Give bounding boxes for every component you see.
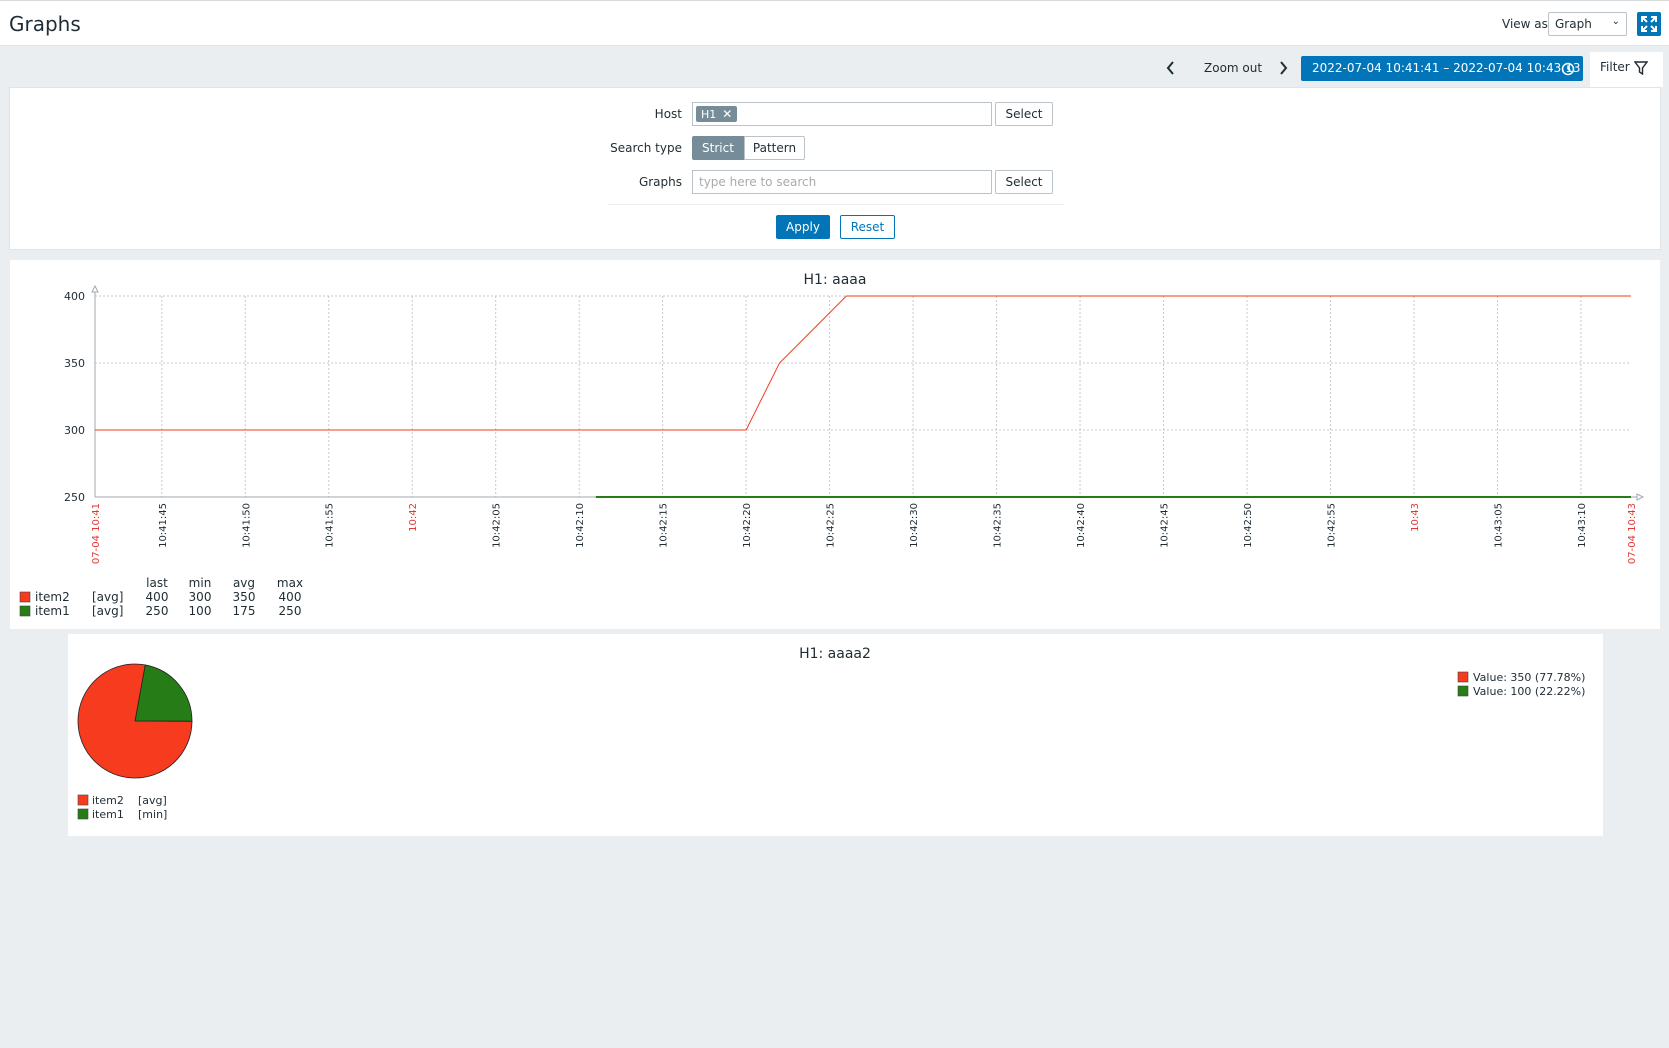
legend-name: item2 <box>92 794 124 807</box>
legend-value: 250 <box>146 604 169 618</box>
legend-func: [avg] <box>138 794 167 807</box>
legend-value: 100 <box>189 604 212 618</box>
filter-tab[interactable]: Filter <box>1590 52 1663 87</box>
x-tick-label: 10:42:30 <box>909 503 920 548</box>
x-tick-label: 10:41:55 <box>325 503 336 548</box>
line-chart: H1: aaaa 250 300 350 400 07-04 10:41 10:41:45 1… <box>19 272 1645 618</box>
y-axis-arrow <box>91 284 99 293</box>
x-tick-label: 10:43 <box>1410 503 1421 532</box>
view-as-value: Graph <box>1555 17 1592 31</box>
graphs-select-button[interactable]: Select <box>995 170 1053 194</box>
legend-value: 400 <box>279 590 302 604</box>
legend-func: [avg] <box>92 590 123 604</box>
host-label: Host <box>654 107 682 121</box>
x-tick-label: 10:42:35 <box>993 503 1004 548</box>
apply-button[interactable]: Apply <box>776 215 830 239</box>
host-input[interactable]: H1 ✕ <box>692 102 992 126</box>
legend-header: max <box>277 576 303 590</box>
legend-header: avg <box>233 576 255 590</box>
legend-name: item1 <box>92 808 124 821</box>
x-tick-label: 10:42:50 <box>1243 503 1254 548</box>
y-tick-label: 300 <box>64 424 85 437</box>
legend-swatch <box>77 808 89 820</box>
page-title: Graphs <box>9 12 81 36</box>
view-as-select[interactable]: Graph ⌄ <box>1548 12 1627 36</box>
x-tick-label: 10:42 <box>408 503 419 532</box>
chevron-down-icon: ⌄ <box>1611 16 1620 27</box>
filter-icon <box>1634 61 1648 75</box>
host-select-button[interactable]: Select <box>995 102 1053 126</box>
legend-swatch <box>77 794 89 806</box>
x-tick-label: 10:42:15 <box>659 503 670 548</box>
x-tick-label: 10:42:20 <box>742 503 753 548</box>
x-tick-label: 10:42:25 <box>826 503 837 548</box>
reset-button[interactable]: Reset <box>840 215 895 239</box>
time-range-button[interactable]: 2022-07-04 10:41:41 – 2022-07-04 10:43:1… <box>1301 56 1583 81</box>
view-as-label: View as <box>1502 17 1548 31</box>
x-tick-label: 10:42:05 <box>492 503 503 548</box>
legend-value: 350 <box>233 590 256 604</box>
filter-divider <box>608 204 1064 205</box>
pie-value-label: Value: 350 (77.78%) <box>1473 671 1585 684</box>
x-tick-label: 07-04 10:43 <box>1627 503 1638 564</box>
search-type-strict[interactable]: Strict <box>692 136 744 160</box>
x-axis-arrow <box>1636 493 1645 501</box>
fullscreen-button[interactable] <box>1637 12 1661 36</box>
legend-func: [min] <box>138 808 167 821</box>
y-tick-label: 350 <box>64 357 85 370</box>
chevron-left-icon <box>1166 61 1174 75</box>
remove-tag-icon[interactable]: ✕ <box>722 107 732 121</box>
x-tick-label: 10:43:10 <box>1577 503 1588 548</box>
graphs-search-input[interactable]: type here to search <box>692 170 992 194</box>
legend-header: last <box>146 576 168 590</box>
pie-value-swatch <box>1457 685 1469 697</box>
clock-icon <box>1561 62 1575 76</box>
legend-value: 400 <box>146 590 169 604</box>
chevron-right-icon <box>1280 61 1288 75</box>
y-tick-label: 250 <box>64 491 85 504</box>
x-tick-label: 10:41:50 <box>241 503 252 548</box>
legend-value: 175 <box>233 604 256 618</box>
chart-title: H1: aaaa <box>804 272 867 288</box>
y-tick-label: 400 <box>64 290 85 303</box>
pie-value-label: Value: 100 (22.22%) <box>1473 685 1585 698</box>
page-header: Graphs View as Graph ⌄ <box>0 0 1669 46</box>
x-tick-label: 10:42:10 <box>575 503 586 548</box>
pie-chart: H1: aaaa2 item2 [avg] Value: 350 (77.78%) it… <box>77 646 1585 821</box>
x-tick-label: 10:42:40 <box>1076 503 1087 548</box>
legend-value: 250 <box>279 604 302 618</box>
legend-swatch <box>19 605 31 617</box>
fullscreen-icon <box>1641 16 1657 32</box>
legend-name: item2 <box>35 590 70 604</box>
time-range-label: 2022-07-04 10:41:41 – 2022-07-04 10:43:1… <box>1312 61 1581 75</box>
legend-func: [avg] <box>92 604 123 618</box>
pie-value-swatch <box>1457 671 1469 683</box>
search-type-pattern[interactable]: Pattern <box>744 136 805 160</box>
x-tick-label: 10:42:55 <box>1326 503 1337 548</box>
host-tag-label: H1 <box>701 108 717 121</box>
host-tag: H1 ✕ <box>696 106 738 122</box>
x-tick-label: 10:42:45 <box>1160 503 1171 548</box>
x-tick-label: 10:43:05 <box>1493 503 1504 548</box>
legend-swatch <box>19 591 31 603</box>
time-next-button[interactable] <box>1277 58 1289 78</box>
legend-value: 300 <box>189 590 212 604</box>
search-type-label: Search type <box>610 141 682 155</box>
zoom-out-button[interactable]: Zoom out <box>1204 58 1262 78</box>
legend-name: item1 <box>35 604 70 618</box>
x-tick-label: 07-04 10:41 <box>91 503 102 564</box>
x-tick-label: 10:41:45 <box>158 503 169 548</box>
time-prev-button[interactable] <box>1165 58 1177 78</box>
pie-graph-panel: H1: aaaa2 item2 [avg] Value: 350 (77.78%) it… <box>68 634 1603 836</box>
legend-header: min <box>189 576 212 590</box>
line-graph-panel: H1: aaaa 250 300 350 400 07-04 10:41 10:41:45 1… <box>10 260 1660 629</box>
chart-title: H1: aaaa2 <box>799 646 871 662</box>
graphs-label: Graphs <box>638 175 682 189</box>
filter-tab-label: Filter <box>1600 60 1630 74</box>
